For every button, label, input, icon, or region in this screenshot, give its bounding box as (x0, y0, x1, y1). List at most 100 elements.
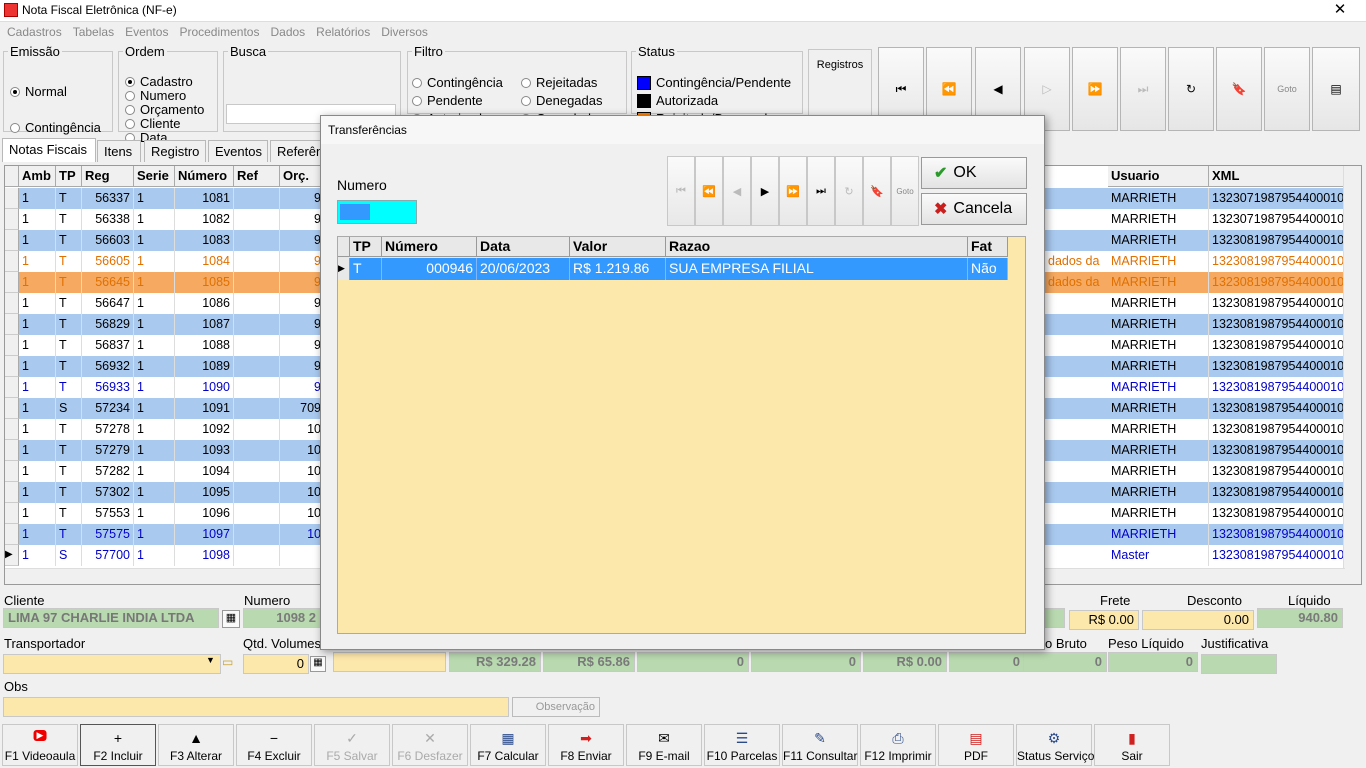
dialog-goto-button[interactable]: Goto (891, 156, 919, 226)
fkey-f6-desfazer[interactable]: ✕ F6 Desfazer (392, 724, 468, 766)
menu-relatorios[interactable]: Relatórios (316, 22, 370, 42)
menu-eventos[interactable]: Eventos (125, 22, 168, 42)
ordem-orcamento-radio[interactable]: Orçamento (125, 102, 204, 117)
menu-procedimentos[interactable]: Procedimentos (179, 22, 259, 42)
fkey-f7-calcular[interactable]: ▦ F7 Calcular (470, 724, 546, 766)
menu-cadastros[interactable]: Cadastros (7, 22, 62, 42)
dialog-numero-input[interactable] (337, 200, 417, 224)
cancel-button[interactable]: ✖ Cancela (921, 193, 1027, 225)
peso-bruto-field[interactable]: 0 (1023, 652, 1107, 672)
desconto-field[interactable]: 0.00 (1142, 610, 1254, 630)
filtro-rejeitadas-radio[interactable]: Rejeitadas (521, 75, 597, 90)
obs-field[interactable] (3, 697, 509, 717)
frete-field[interactable]: R$ 0.00 (1069, 610, 1139, 630)
bookmark-button[interactable]: 🔖 (1216, 47, 1262, 131)
ordem-cadastro-radio[interactable]: Cadastro (125, 74, 193, 89)
cell-tp: T (56, 230, 82, 251)
header-xml[interactable]: XML (1209, 166, 1345, 187)
next-page-button[interactable]: ⏩ (1072, 47, 1118, 131)
tab-registro[interactable]: Registro (144, 140, 206, 162)
header-tp[interactable]: TP (56, 166, 82, 187)
ordem-cliente-radio[interactable]: Cliente (125, 116, 180, 131)
fkey-f4-excluir[interactable]: − F4 Excluir (236, 724, 312, 766)
dialog-header-tp[interactable]: TP (350, 237, 382, 257)
fkey-f5-salvar[interactable]: ✓ F5 Salvar (314, 724, 390, 766)
check-icon: ✓ (346, 730, 358, 746)
fkey-sair[interactable]: ▮ Sair (1094, 724, 1170, 766)
ordem-numero-radio[interactable]: Numero (125, 88, 186, 103)
numero-field[interactable]: 1098 2 (243, 608, 321, 628)
cell-orc: 9 (280, 377, 325, 398)
tab-notas-fiscais[interactable]: Notas Fiscais (2, 138, 96, 162)
fkey-f3-alterar[interactable]: ▲ F3 Alterar (158, 724, 234, 766)
justificativa-field[interactable] (1201, 654, 1277, 674)
transfer-row[interactable]: T 000946 20/06/2023 R$ 1.219.86 SUA EMPR… (350, 258, 1008, 280)
dropdown-arrow-icon[interactable]: ▼ (206, 655, 215, 665)
fkey-f10-parcelas[interactable]: ☰ F10 Parcelas (704, 724, 780, 766)
fkey-f1-videoaula[interactable]: ▶ F1 Videoaula (2, 724, 78, 766)
dialog-prev-button[interactable]: ◀ (723, 156, 751, 226)
especie-field[interactable] (333, 652, 446, 672)
dialog-next-page-button[interactable]: ⏩ (779, 156, 807, 226)
fkey-f9-e-mail[interactable]: ✉ F9 E-mail (626, 724, 702, 766)
cancel-label: Cancela (953, 200, 1013, 217)
dialog-header-valor[interactable]: Valor (570, 237, 666, 257)
fkey-f12-imprimir[interactable]: ⎙ F12 Imprimir (860, 724, 936, 766)
dialog-header-razao[interactable]: Razao (666, 237, 968, 257)
header-ref[interactable]: Ref (234, 166, 280, 187)
transfer-grid[interactable]: TP Número Data Valor Razao Fat ▶ T 00094… (337, 236, 1026, 634)
header-numero[interactable]: Número (175, 166, 234, 187)
title-bar: Nota Fiscal Eletrônica (NF-e) ✕ (0, 0, 1366, 22)
dialog-header-data[interactable]: Data (477, 237, 570, 257)
tab-itens[interactable]: Itens (97, 140, 141, 162)
qtd-volumes-field[interactable]: 0 (243, 654, 309, 674)
tab-eventos[interactable]: Eventos (208, 140, 268, 162)
cell-note (1045, 524, 1108, 545)
report-button[interactable]: ▤ (1312, 47, 1360, 131)
emissao-contingencia-radio[interactable]: Contingência (10, 120, 101, 135)
header-serie[interactable]: Serie (134, 166, 175, 187)
emissao-normal-radio[interactable]: Normal (10, 84, 67, 99)
header-reg[interactable]: Reg (82, 166, 134, 187)
row-indicator (5, 398, 19, 419)
filtro-denegadas-radio[interactable]: Denegadas (521, 93, 603, 108)
dialog-next-button[interactable]: ▶ (751, 156, 779, 226)
header-orc[interactable]: Orç. (280, 166, 325, 187)
last-icon: ⏭ (1137, 81, 1149, 96)
fkey-status-servi-o[interactable]: ⚙ Status Serviço (1016, 724, 1094, 766)
filtro-contingencia-radio[interactable]: Contingência (412, 75, 503, 90)
refresh-button[interactable]: ↻ (1168, 47, 1214, 131)
folder-icon[interactable]: ▭ (222, 655, 233, 669)
menu-diversos[interactable]: Diversos (381, 22, 428, 42)
goto-button[interactable]: Goto (1264, 47, 1310, 131)
header-amb[interactable]: Amb (19, 166, 56, 187)
cliente-field[interactable]: LIMA 97 CHARLIE INDIA LTDA (3, 608, 219, 628)
dialog-bookmark-button[interactable]: 🔖 (863, 156, 891, 226)
menu-tabelas[interactable]: Tabelas (73, 22, 114, 42)
dialog-first-button[interactable]: ⏮ (667, 156, 695, 226)
fkey-f2-incluir[interactable]: + F2 Incluir (80, 724, 156, 766)
fkey-pdf[interactable]: ▤ PDF (938, 724, 1014, 766)
fkey-f8-enviar[interactable]: ➡ F8 Enviar (548, 724, 624, 766)
dialog-prev-page-button[interactable]: ⏪ (695, 156, 723, 226)
dialog-refresh-button[interactable]: ↻ (835, 156, 863, 226)
observacao-button[interactable]: Observação (512, 697, 600, 717)
dialog-header-numero[interactable]: Número (382, 237, 477, 257)
cell-numero: 1081 (175, 188, 234, 209)
peso-liquido-field[interactable]: 0 (1108, 652, 1198, 672)
liquido-field[interactable]: 940.80 (1257, 608, 1343, 628)
transportador-field[interactable] (3, 654, 221, 674)
filtro-pendente-radio[interactable]: Pendente (412, 93, 483, 108)
fkey-f11-consultar[interactable]: ✎ F11 Consultar (782, 724, 858, 766)
cliente-lookup-icon[interactable]: ▦ (222, 610, 240, 628)
dialog-last-button[interactable]: ⏭ (807, 156, 835, 226)
header-usuario[interactable]: Usuario (1108, 166, 1209, 187)
filtro-group: Filtro Contingência Pendente Autorizada … (407, 44, 627, 126)
grid-vertical-scrollbar[interactable] (1343, 166, 1361, 584)
calculator-icon[interactable]: ▦ (310, 656, 326, 672)
close-button[interactable]: ✕ (1318, 0, 1362, 20)
last-record-button[interactable]: ⏭ (1120, 47, 1166, 131)
dialog-header-fat[interactable]: Fat (968, 237, 1008, 257)
ok-button[interactable]: ✔ OK (921, 157, 1027, 189)
menu-dados[interactable]: Dados (270, 22, 305, 42)
